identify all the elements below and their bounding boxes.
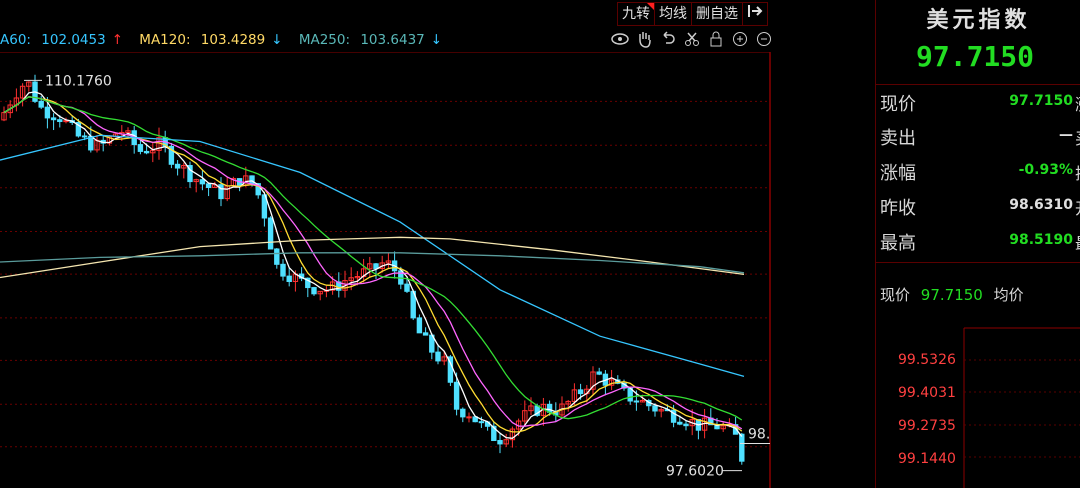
candle-down — [267, 217, 274, 250]
low-marker-label: 97.6020 — [666, 464, 724, 480]
moving-average-button[interactable]: 均线 — [655, 3, 692, 25]
candle-down — [404, 283, 410, 292]
hand-icon[interactable] — [634, 30, 654, 48]
intraday-chart[interactable]: 99.5326 99.4031 99.2735 99.1440 — [876, 312, 1080, 488]
candle-down — [460, 408, 466, 418]
candle-down — [57, 119, 63, 123]
candle-down — [143, 150, 150, 154]
exit-arrow-icon[interactable] — [743, 3, 767, 25]
candle-down — [435, 351, 441, 362]
undo-icon[interactable] — [658, 30, 678, 48]
nine-turn-button[interactable]: 九转 — [618, 3, 655, 25]
candle-down — [81, 135, 88, 138]
candle-down — [50, 117, 57, 121]
ma250-readout: MA250: 103.6437 ↓ — [298, 32, 443, 48]
candle-down — [199, 179, 206, 185]
divider — [876, 262, 1080, 263]
candle-down — [739, 433, 745, 462]
candle-down — [44, 106, 51, 119]
current-price-large: 97.7150 — [916, 40, 1035, 73]
intraday-header: 现价 97.7150 均价 — [880, 286, 1024, 304]
row-prev-close: 昨收 98.6310 开 — [880, 197, 1080, 219]
candle-down — [683, 423, 689, 427]
ma60-readout: A60: 102.0453 ↑ — [0, 32, 123, 48]
intraday-tick: 99.4031 — [898, 385, 956, 401]
zoom-out-icon[interactable] — [754, 30, 774, 48]
chart-tools — [610, 30, 774, 48]
candle-down — [596, 371, 602, 375]
quote-panel: 美元指数 97.7150 现价 97.7150 涨 卖出 — 买 涨幅 -0.9… — [875, 0, 1080, 488]
candle-down — [497, 440, 503, 445]
lock-icon[interactable] — [706, 30, 726, 48]
candle-down — [205, 183, 212, 188]
candle-down — [478, 421, 485, 424]
remove-favorite-button[interactable]: 删自选 — [692, 3, 743, 25]
row-high: 最高 98.5190 最 — [880, 232, 1080, 254]
instrument-title: 美元指数 — [926, 7, 1031, 33]
ma120-readout: MA120: 103.4289 ↓ — [139, 32, 283, 48]
row-current-price: 现价 97.7150 涨 — [880, 93, 1080, 115]
chart-canvas[interactable]: 110.8746109.4989108.0803106.7047105.2861… — [0, 52, 772, 488]
scissors-icon[interactable] — [682, 30, 702, 48]
candle-down — [416, 317, 423, 334]
top-toolbar: 九转 均线 删自选 — [0, 0, 772, 28]
ma10-line — [3, 96, 743, 433]
candle-down — [280, 263, 286, 277]
zoom-in-icon[interactable] — [730, 30, 750, 48]
ma5-line — [3, 91, 743, 439]
candle-down — [652, 405, 658, 412]
candle-down — [38, 100, 44, 108]
row-ask: 卖出 — 买 — [880, 127, 1080, 149]
high-marker-label: 110.1760 — [45, 73, 112, 89]
candle-down — [311, 287, 317, 295]
candlestick-chart[interactable]: 110.8746109.4989108.0803106.7047105.2861… — [0, 52, 772, 488]
ma60-line — [0, 134, 745, 378]
candle-up — [466, 416, 472, 419]
candle-down — [677, 421, 683, 425]
candle-down — [577, 389, 584, 395]
candle-down — [373, 263, 379, 270]
candle-down — [286, 275, 292, 282]
intraday-tick: 99.2735 — [898, 418, 956, 434]
candle-down — [453, 381, 460, 410]
candle-down — [174, 163, 181, 169]
intraday-tick: 99.1440 — [898, 451, 956, 467]
candle-down — [633, 400, 640, 403]
candle-down — [137, 144, 144, 152]
last-price-label: 98. — [748, 426, 770, 442]
intraday-tick: 99.5326 — [898, 352, 956, 368]
candle-down — [274, 248, 280, 265]
ma250-line — [0, 252, 745, 274]
divider — [876, 84, 1080, 85]
candle-down — [422, 332, 429, 336]
toolbar-buttons: 九转 均线 删自选 — [617, 2, 768, 26]
row-change-percent: 涨幅 -0.93% 振 — [880, 162, 1080, 184]
eye-icon[interactable] — [610, 30, 630, 48]
